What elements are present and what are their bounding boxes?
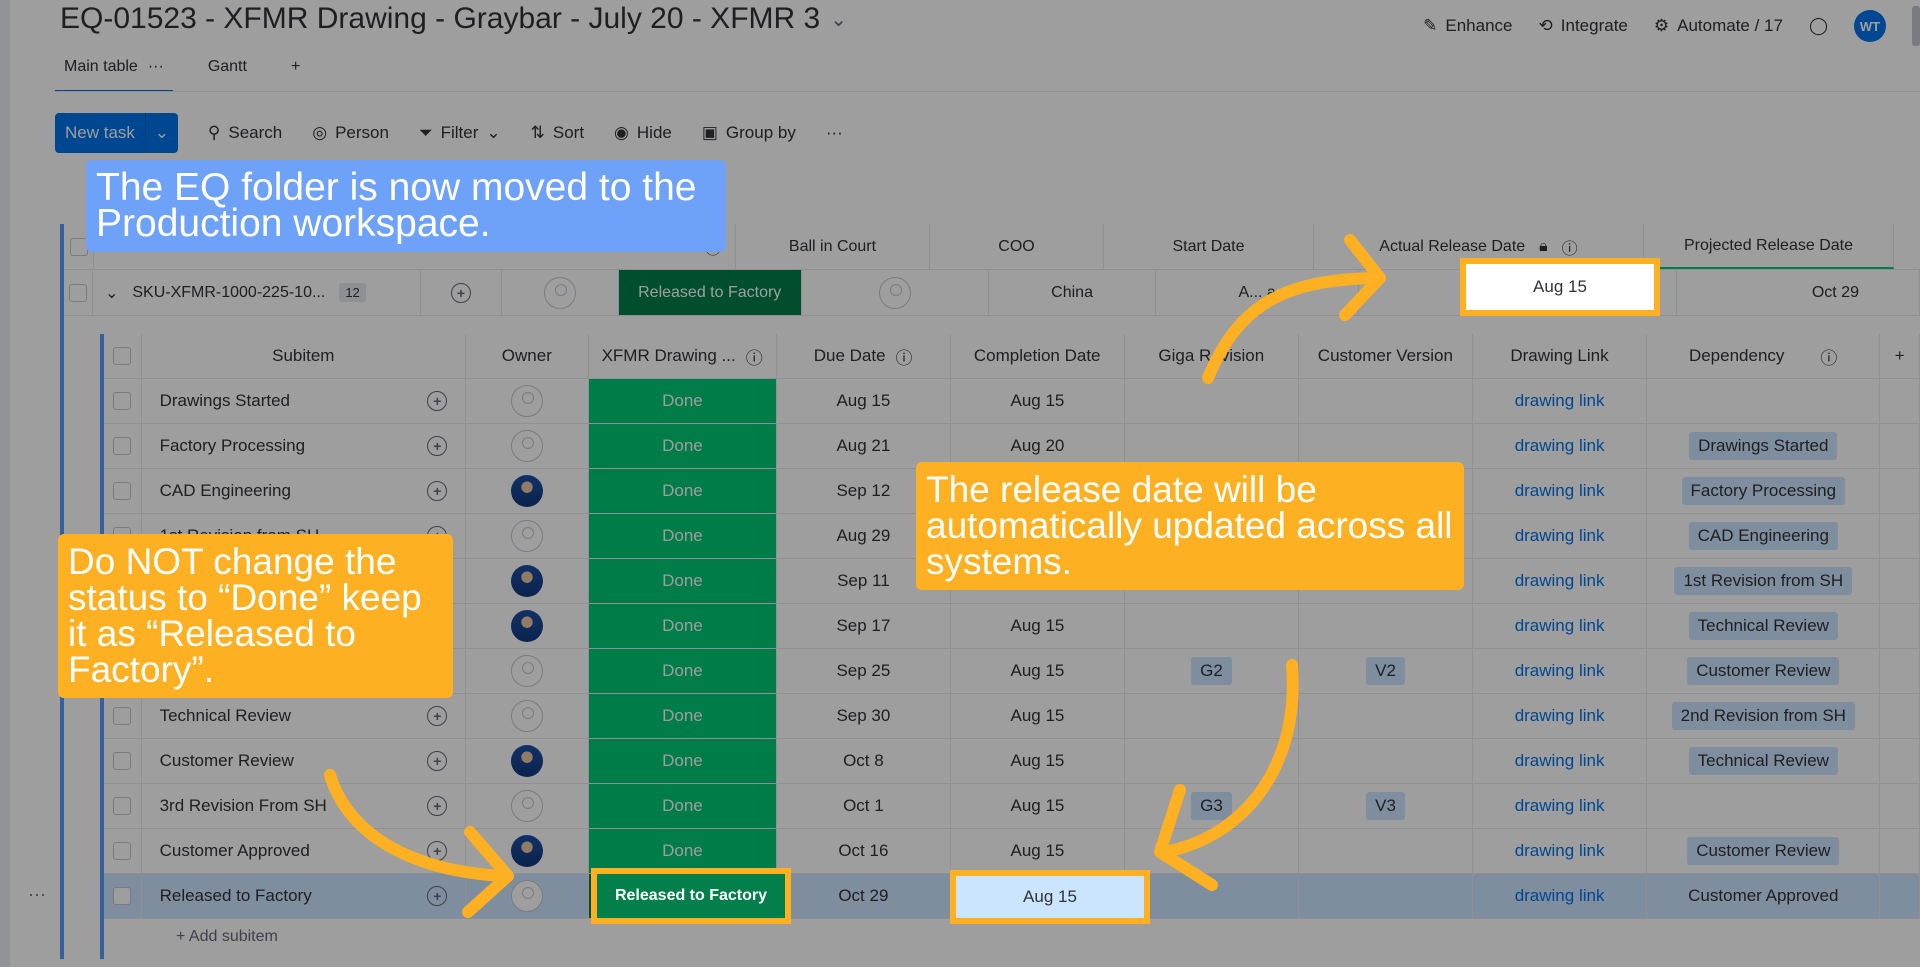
callout-arrows (324, 234, 1386, 918)
arrow-to-status (324, 769, 511, 882)
board-page: EQ-01523 - XFMR Drawing - Graybar - July… (0, 0, 1920, 967)
arrow-to-actual-release (1202, 272, 1381, 384)
arrow-to-completion-date (1159, 659, 1299, 858)
